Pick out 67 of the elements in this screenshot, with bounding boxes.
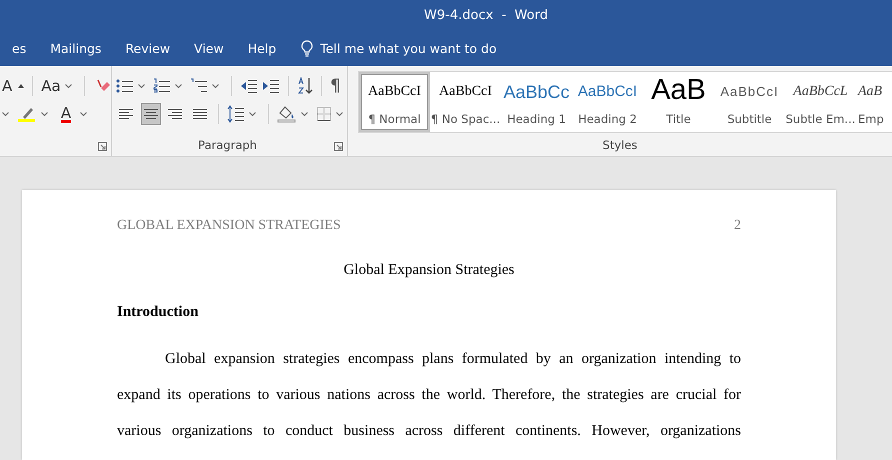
style-preview: AaBbCcI	[439, 83, 492, 101]
style-name: Title	[666, 112, 691, 126]
style-item[interactable]: AaBbCc Heading 1	[501, 72, 572, 132]
body-paragraph: Global expansion strategies encompass plans formulated by an organization intending to expand its operations to various nations across the world. Therefore, the strategies are crucial for various organizations to conduct business across different continents. However, organizations	[117, 350, 741, 441]
caret-icon[interactable]	[249, 112, 256, 116]
caret-icon[interactable]	[138, 84, 145, 88]
lightbulb-icon[interactable]	[300, 40, 314, 56]
ribbon-tab[interactable]: Help	[236, 30, 288, 66]
show-formatting-button[interactable]: ¶	[330, 76, 341, 96]
dialog-launcher-icon[interactable]	[98, 142, 107, 151]
style-item[interactable]: AaBbCcI ¶ Normal	[359, 72, 430, 132]
group-label: Styles	[602, 137, 638, 154]
caret-icon[interactable]	[301, 112, 308, 116]
style-name: Subtle Em...	[786, 112, 856, 126]
dialog-launcher-icon[interactable]	[334, 142, 343, 151]
tell-me-search[interactable]: Tell me what you want to do	[320, 40, 497, 56]
caret-icon[interactable]	[2, 112, 9, 116]
decrease-indent-icon[interactable]	[240, 78, 258, 94]
document-title: Global Expansion Strategies	[342, 262, 516, 279]
align-center-icon[interactable]	[140, 103, 162, 125]
caret-icon[interactable]	[212, 84, 219, 88]
caret-icon[interactable]	[18, 84, 24, 88]
ribbon-tab[interactable]: Mailings	[38, 30, 114, 66]
style-name: Emp	[858, 112, 884, 126]
page-header: GLOBAL EXPANSION STRATEGIES	[117, 218, 341, 234]
increase-indent-icon[interactable]	[262, 78, 280, 94]
change-case-button[interactable]: Aa	[41, 77, 61, 95]
window-title: W9-4.docx - Word	[424, 8, 548, 22]
ribbon-tab[interactable]: Review	[113, 30, 182, 66]
highlighter-icon[interactable]	[17, 105, 37, 123]
style-preview: AaBbCcL	[793, 83, 848, 101]
style-preview: AaBbCcI	[578, 82, 638, 102]
caret-icon[interactable]	[175, 84, 182, 88]
section-heading: Introduction	[117, 304, 200, 321]
caret-icon[interactable]	[41, 112, 48, 116]
multilevel-list-icon[interactable]	[190, 78, 208, 94]
style-name: ¶ Normal	[368, 112, 421, 126]
style-item[interactable]: AaBbCcI Subtitle	[714, 72, 785, 132]
caret-icon[interactable]	[64, 84, 72, 88]
style-preview: AaBbCcI	[720, 83, 779, 101]
style-name: ¶ No Spac...	[430, 112, 500, 126]
caret-icon[interactable]	[336, 112, 344, 116]
bullets-icon[interactable]	[116, 78, 134, 94]
style-item[interactable]: AaB Emp	[856, 72, 888, 132]
style-item[interactable]: AaBbCcI ¶ No Spac...	[430, 72, 501, 132]
style-preview: AaBbCc	[503, 81, 570, 104]
style-item[interactable]: AaBbCcL Subtle Em...	[785, 72, 856, 132]
style-name: Heading 1	[507, 112, 566, 126]
numbering-icon[interactable]	[153, 78, 171, 94]
grow-font-button[interactable]: A	[2, 77, 12, 95]
paint-bucket-icon[interactable]	[277, 105, 298, 123]
style-preview: AaBbCcI	[368, 83, 421, 101]
page-number: 2	[734, 218, 741, 234]
style-name: Subtitle	[727, 112, 772, 126]
style-name: Heading 2	[578, 112, 637, 126]
line-spacing-icon[interactable]	[227, 105, 246, 123]
font-color-button[interactable]: A	[60, 106, 72, 122]
sort-icon[interactable]	[297, 77, 313, 95]
style-item[interactable]: AaB Title	[643, 72, 714, 132]
style-preview: AaB	[858, 83, 882, 101]
borders-icon[interactable]	[316, 106, 332, 122]
style-preview: AaB	[651, 78, 706, 106]
ribbon-tab[interactable]: es	[0, 30, 38, 66]
style-item[interactable]: AaBbCcI Heading 2	[572, 72, 643, 132]
group-label: Paragraph	[197, 137, 258, 154]
caret-icon[interactable]	[80, 112, 87, 116]
ribbon-tab[interactable]: View	[182, 30, 236, 66]
